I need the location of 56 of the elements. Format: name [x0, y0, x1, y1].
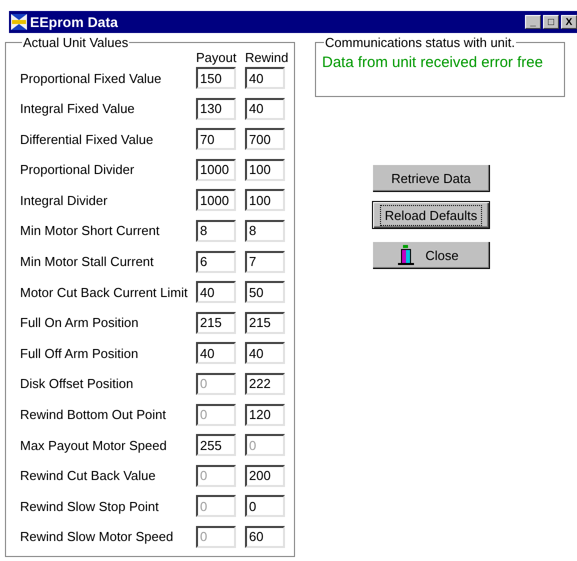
app-logo-icon: [11, 14, 27, 30]
group-title: Actual Unit Values: [22, 35, 130, 50]
input-field[interactable]: 50: [245, 281, 285, 304]
field-label: Proportional Divider: [20, 162, 136, 178]
dialog-button[interactable]: Reload Defaults: [372, 201, 490, 229]
field-label: Proportional Fixed Value: [20, 70, 162, 86]
input-field[interactable]: 100: [245, 189, 285, 212]
input-field[interactable]: 1000: [196, 158, 236, 181]
input-field[interactable]: 120: [245, 404, 285, 426]
input-field[interactable]: 255: [196, 434, 236, 456]
field-label: Differential Fixed Value: [20, 132, 154, 147]
input-field[interactable]: 60: [245, 526, 285, 548]
field-label: Rewind Slow Stop Point: [20, 498, 160, 514]
column-header: Rewind: [245, 50, 285, 65]
input-field[interactable]: 200: [245, 464, 285, 487]
field-label: Min Motor Stall Current: [20, 254, 155, 270]
field-label: Min Motor Short Current: [20, 223, 160, 238]
input-field[interactable]: 222: [245, 372, 285, 395]
input-field[interactable]: 7: [245, 250, 285, 273]
doorway-icon: [398, 245, 414, 265]
input-field[interactable]: 8: [245, 220, 285, 242]
field-label: Rewind Slow Motor Speed: [20, 529, 174, 544]
status-message: Data from unit received error free: [322, 54, 543, 71]
field-label: Full Off Arm Position: [20, 346, 140, 361]
input-field[interactable]: 70: [196, 128, 236, 150]
input-field[interactable]: 6: [196, 250, 236, 273]
window-control-button[interactable]: _: [525, 15, 541, 29]
field-label: Max Payout Motor Speed: [20, 438, 168, 453]
input-field[interactable]: 40: [245, 342, 285, 364]
column-header: Payout: [196, 50, 236, 65]
input-field[interactable]: 40: [245, 98, 285, 120]
field-label: Full On Arm Position: [20, 315, 140, 330]
input-field[interactable]: 1000: [196, 189, 236, 212]
input-field[interactable]: 8: [196, 220, 236, 242]
field-label: Rewind Bottom Out Point: [20, 407, 167, 422]
window-control-button[interactable]: X: [561, 15, 577, 29]
window-title: EEprom Data: [30, 14, 119, 30]
input-field[interactable]: 700: [245, 128, 285, 150]
field-label: Disk Offset Position: [20, 376, 134, 392]
input-field[interactable]: 150: [196, 67, 236, 89]
input-field[interactable]: 40: [196, 342, 236, 364]
field-label: Integral Divider: [20, 192, 108, 208]
dialog-button[interactable]: Retrieve Data: [372, 164, 490, 192]
field-label: Motor Cut Back Current Limit: [20, 284, 189, 300]
group-title: Communications status with unit.: [324, 35, 516, 50]
input-field[interactable]: 100: [245, 158, 285, 181]
dialog-button[interactable]: Close: [372, 241, 490, 269]
input-field[interactable]: 0: [245, 495, 285, 518]
input-field[interactable]: 130: [196, 98, 236, 120]
input-field[interactable]: 40: [245, 67, 285, 89]
input-field[interactable]: 215: [245, 312, 285, 334]
input-field[interactable]: 40: [196, 281, 236, 304]
field-label: Integral Fixed Value: [20, 101, 136, 116]
field-label: Rewind Cut Back Value: [20, 468, 157, 484]
window-control-button[interactable]: □: [543, 15, 559, 29]
input-field[interactable]: 215: [196, 312, 236, 334]
